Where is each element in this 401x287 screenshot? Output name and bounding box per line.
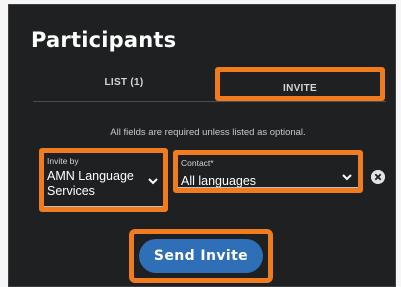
tab-invite[interactable]: INVITE xyxy=(215,67,385,101)
send-invite-button[interactable]: Send Invite xyxy=(139,239,263,273)
contact-label: Contact* xyxy=(181,158,214,168)
required-fields-note: All fields are required unless listed as… xyxy=(110,127,306,138)
invite-by-select[interactable]: Invite by AMN Language Services xyxy=(39,148,168,212)
invite-by-label: Invite by xyxy=(47,156,79,166)
contact-select[interactable]: Contact* All languages xyxy=(173,150,363,193)
screenshot-frame: Participants LIST (1) INVITE All fields … xyxy=(0,0,401,287)
invite-by-underline xyxy=(44,206,163,207)
chevron-down-icon xyxy=(342,174,352,181)
tab-list-label: LIST (1) xyxy=(104,77,144,88)
tab-list[interactable]: LIST (1) xyxy=(69,77,179,88)
tab-invite-label: INVITE xyxy=(282,83,318,94)
send-invite-highlight: Send Invite xyxy=(129,229,273,283)
clear-icon[interactable] xyxy=(371,170,385,184)
participants-panel: Participants LIST (1) INVITE All fields … xyxy=(8,4,396,287)
tabs-divider xyxy=(33,101,386,102)
chevron-down-icon xyxy=(148,178,158,185)
invite-by-value: AMN Language Services xyxy=(47,169,134,198)
panel-title: Participants xyxy=(31,28,177,52)
contact-underline xyxy=(178,187,358,188)
